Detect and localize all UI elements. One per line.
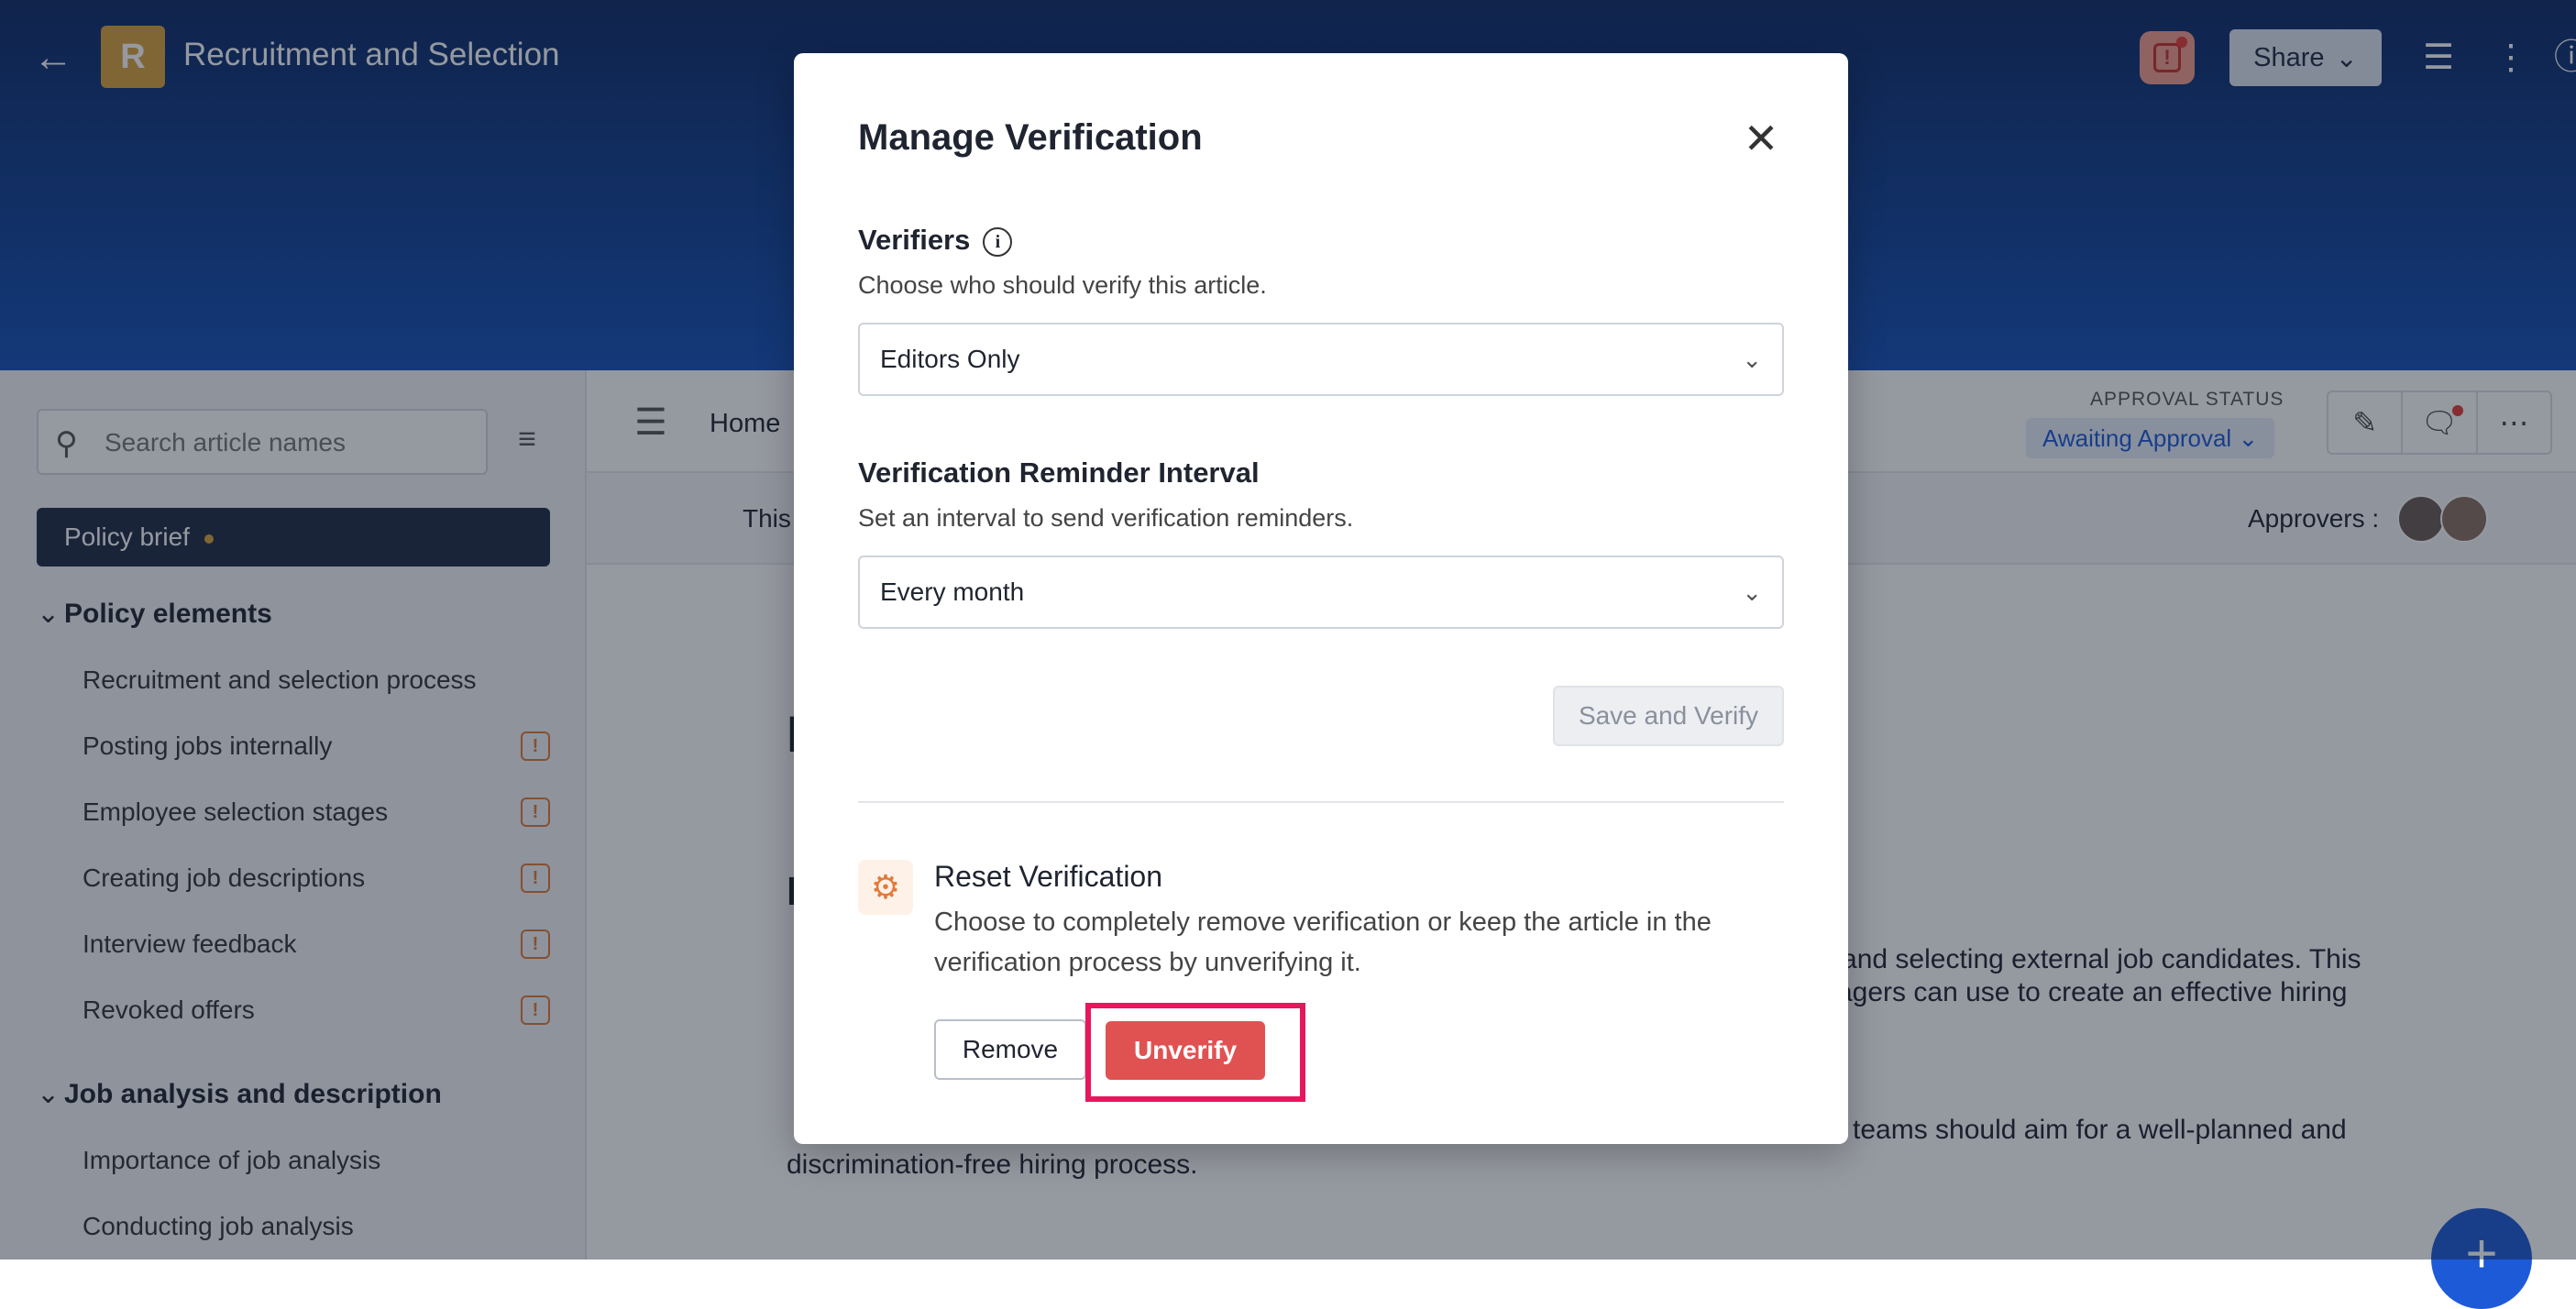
close-icon[interactable]: ✕ (1738, 117, 1784, 163)
verifiers-select-value: Editors Only (880, 345, 1020, 373)
verifiers-label: Verifiers i (858, 224, 1013, 257)
reset-verification-description: Choose to completely remove verification… (934, 908, 1712, 977)
interval-select-value: Every month (880, 578, 1025, 606)
interval-label: Verification Reminder Interval (858, 456, 1260, 489)
highlight-box (1085, 1003, 1305, 1102)
dialog-title: Manage Verification (858, 117, 1203, 158)
verifiers-hint: Choose who should verify this article. (858, 271, 1267, 299)
divider (858, 801, 1784, 803)
remove-button[interactable]: Remove (934, 1019, 1086, 1080)
reset-verification-title: Reset Verification (934, 860, 1163, 893)
gear-icon: ⚙ (858, 860, 913, 915)
info-icon[interactable]: i (983, 226, 1013, 257)
manage-verification-dialog: Manage Verification ✕ Verifiers i Choose … (794, 53, 1848, 1144)
chevron-down-icon: ⌄ (1742, 578, 1762, 606)
interval-select[interactable]: Every month ⌄ (858, 556, 1784, 629)
verifiers-label-text: Verifiers (858, 224, 971, 256)
save-and-verify-button[interactable]: Save and Verify (1553, 686, 1784, 746)
chevron-down-icon: ⌄ (1742, 346, 1762, 373)
interval-hint: Set an interval to send verification rem… (858, 504, 1354, 532)
verifiers-select[interactable]: Editors Only ⌄ (858, 323, 1784, 396)
